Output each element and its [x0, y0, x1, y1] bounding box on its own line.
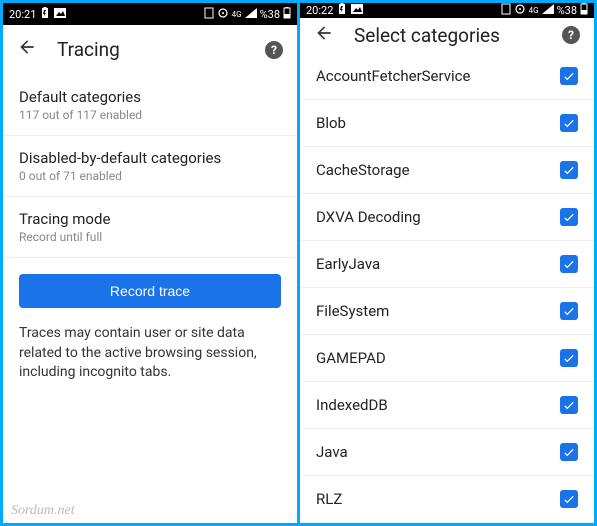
row-label: Tracing mode: [19, 210, 281, 228]
category-row[interactable]: FileSystem: [300, 288, 594, 335]
category-label: Java: [316, 443, 348, 461]
category-row[interactable]: GAMEPAD: [300, 335, 594, 382]
row-default-categories[interactable]: Default categories 117 out of 117 enable…: [3, 75, 297, 136]
phone-tracing: 20:21 4G %38 Tracing ?: [3, 3, 297, 523]
category-row[interactable]: IndexedDB: [300, 382, 594, 429]
category-list: AccountFetcherService Blob CacheStorage DXV…: [300, 53, 594, 523]
status-time: 20:22: [306, 4, 333, 17]
category-row[interactable]: CacheStorage: [300, 147, 594, 194]
category-label: Blob: [316, 114, 346, 132]
title-bar: Tracing ?: [3, 25, 297, 75]
sync-icon: [217, 7, 229, 22]
row-tracing-mode[interactable]: Tracing mode Record until full: [3, 197, 297, 258]
back-icon[interactable]: [314, 23, 334, 48]
signal-icon: [245, 8, 257, 21]
checkbox-icon[interactable]: [560, 443, 578, 461]
trace-note: Traces may contain user or site data rel…: [3, 324, 297, 383]
status-time: 20:21: [9, 8, 36, 21]
checkbox-icon[interactable]: [560, 349, 578, 367]
category-row[interactable]: RLZ: [300, 476, 594, 523]
help-icon[interactable]: ?: [562, 26, 580, 44]
category-label: RLZ: [316, 490, 342, 508]
category-row[interactable]: EarlyJava: [300, 241, 594, 288]
record-trace-button[interactable]: Record trace: [19, 274, 281, 308]
row-sublabel: 117 out of 117 enabled: [19, 108, 281, 122]
category-label: IndexedDB: [316, 396, 388, 414]
network-4g-icon: 4G: [529, 6, 539, 15]
checkbox-icon[interactable]: [560, 396, 578, 414]
sync-icon: [514, 3, 526, 18]
title-bar: Select categories ?: [300, 18, 594, 53]
category-row[interactable]: Blob: [300, 100, 594, 147]
checkbox-icon[interactable]: [560, 302, 578, 320]
category-row[interactable]: AccountFetcherService: [300, 53, 594, 100]
category-row[interactable]: DXVA Decoding: [300, 194, 594, 241]
screen-icon: [501, 3, 511, 18]
back-icon[interactable]: [17, 37, 37, 62]
help-icon[interactable]: ?: [265, 41, 283, 59]
settings-rows: Default categories 117 out of 117 enable…: [3, 75, 297, 258]
battery-text: %38: [260, 8, 280, 21]
screen-icon: [204, 7, 214, 22]
network-4g-icon: 4G: [232, 10, 242, 19]
battery-charging-icon: [337, 3, 347, 18]
checkbox-icon[interactable]: [560, 255, 578, 273]
category-label: DXVA Decoding: [316, 208, 421, 226]
battery-charging-icon: [40, 7, 50, 22]
category-label: CacheStorage: [316, 161, 410, 179]
category-row[interactable]: Java: [300, 429, 594, 476]
image-icon: [351, 4, 363, 17]
watermark: Sordum.net: [11, 503, 75, 519]
battery-text: %38: [557, 4, 577, 17]
page-title: Tracing: [57, 38, 265, 61]
checkbox-icon[interactable]: [560, 161, 578, 179]
checkbox-icon[interactable]: [560, 114, 578, 132]
row-sublabel: Record until full: [19, 230, 281, 244]
row-label: Disabled-by-default categories: [19, 149, 281, 167]
category-label: FileSystem: [316, 302, 389, 320]
row-disabled-categories[interactable]: Disabled-by-default categories 0 out of …: [3, 136, 297, 197]
checkbox-icon[interactable]: [560, 490, 578, 508]
battery-icon: [283, 7, 291, 22]
battery-icon: [580, 3, 588, 18]
checkbox-icon[interactable]: [560, 67, 578, 85]
row-label: Default categories: [19, 88, 281, 106]
status-bar: 20:21 4G %38: [3, 3, 297, 25]
category-label: AccountFetcherService: [316, 67, 470, 85]
page-title: Select categories: [354, 24, 562, 47]
category-label: EarlyJava: [316, 255, 380, 273]
row-sublabel: 0 out of 71 enabled: [19, 169, 281, 183]
status-bar: 20:22 4G %38: [300, 3, 594, 18]
image-icon: [54, 8, 66, 21]
signal-icon: [542, 4, 554, 17]
phone-select-categories: 20:22 4G %38 Select categories: [300, 3, 594, 523]
checkbox-icon[interactable]: [560, 208, 578, 226]
category-label: GAMEPAD: [316, 349, 386, 367]
